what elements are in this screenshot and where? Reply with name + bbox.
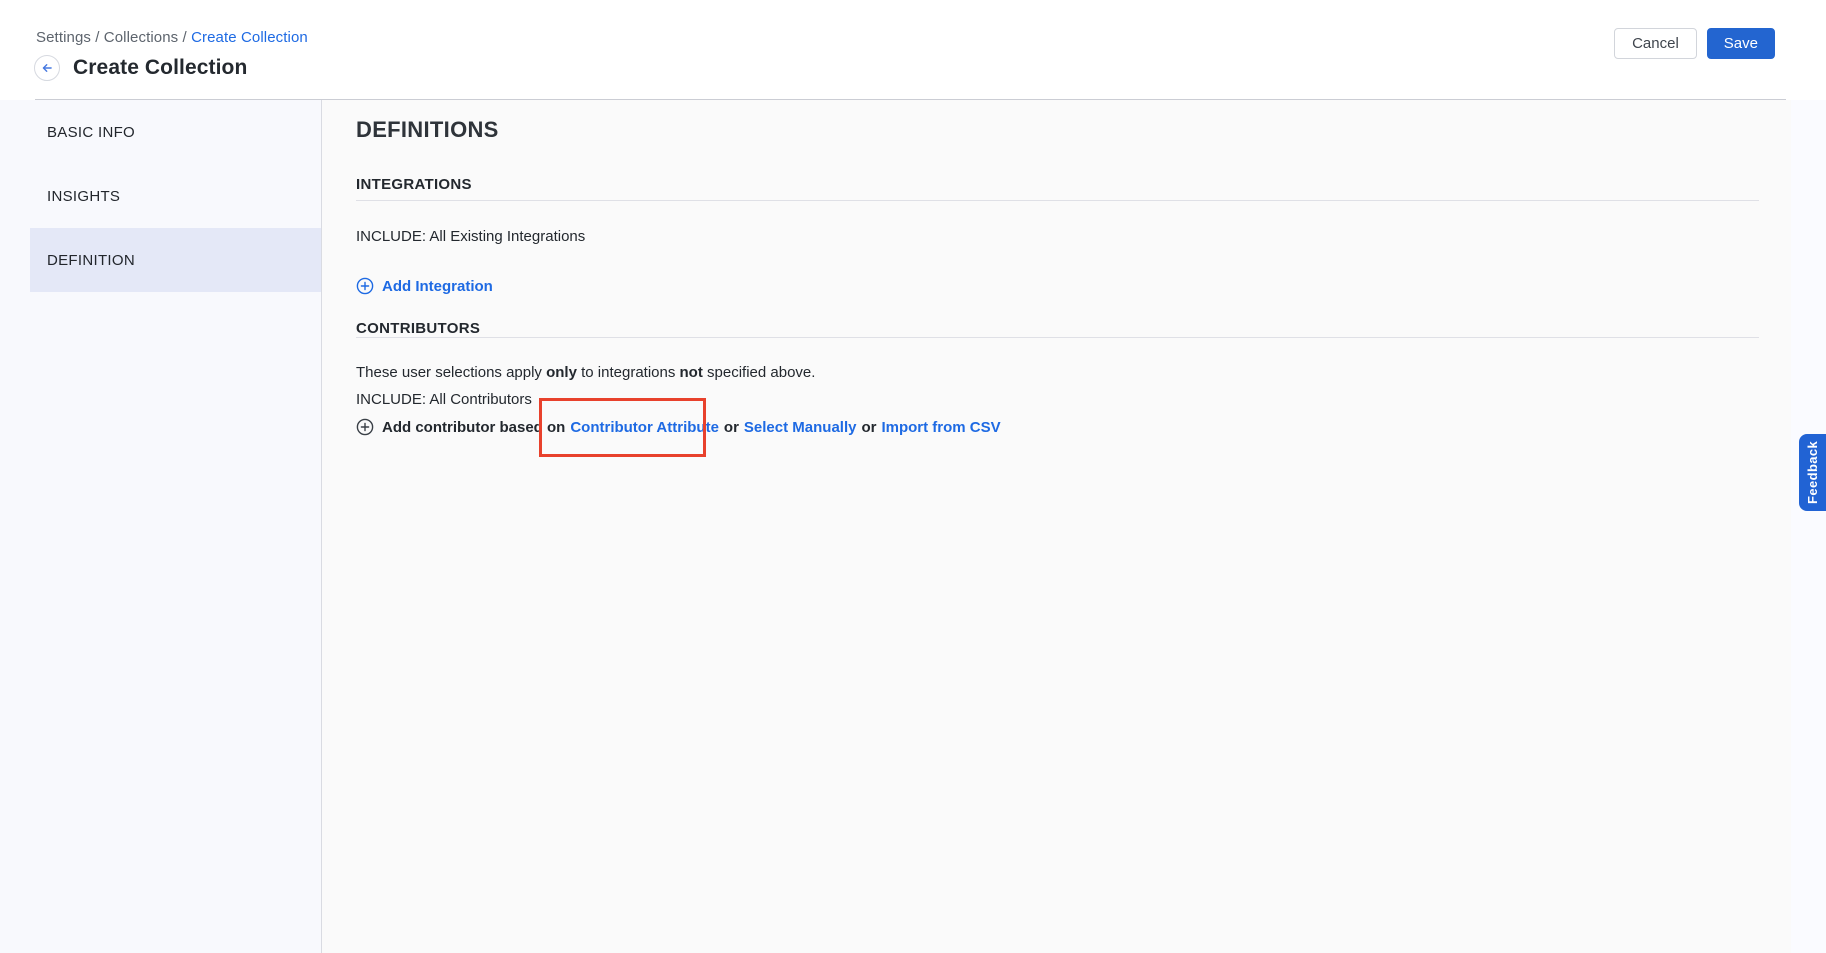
integrations-heading: INTEGRATIONS [356,176,472,193]
or-separator: or [861,419,876,436]
sidebar-item-basic-info[interactable]: BASIC INFO [30,100,321,164]
add-integration-label[interactable]: Add Integration [382,278,493,295]
add-contributor-row: Add contributor based on Contributor Att… [356,418,1001,436]
plus-circle-icon [356,277,374,295]
back-button[interactable] [34,55,60,81]
contributor-attribute-link[interactable]: Contributor Attribute [570,419,719,436]
arrow-left-icon [40,61,54,75]
breadcrumb-current[interactable]: Create Collection [191,29,308,46]
note-pre: These user selections apply [356,364,546,381]
title-row: Create Collection [34,54,247,82]
sidebar-nav: BASIC INFO INSIGHTS DEFINITION [0,100,322,953]
integrations-divider [356,200,1759,201]
select-manually-link[interactable]: Select Manually [744,419,857,436]
add-integration-button[interactable]: Add Integration [356,277,493,295]
contributors-note: These user selections apply only to inte… [356,364,815,381]
integrations-include-text: INCLUDE: All Existing Integrations [356,228,585,245]
note-bold-not: not [680,364,703,381]
add-contributor-prefix: Add contributor based on [382,419,565,436]
note-post: specified above. [703,364,816,381]
or-separator: or [724,419,739,436]
sidebar-item-definition[interactable]: DEFINITION [30,228,321,292]
contributors-divider [356,337,1759,338]
feedback-tab[interactable]: Feedback [1799,434,1826,511]
note-bold-only: only [546,364,577,381]
breadcrumb-path[interactable]: Settings / Collections / [36,29,191,46]
page-header: Settings / Collections / Create Collecti… [0,0,1826,100]
import-from-csv-link[interactable]: Import from CSV [881,419,1000,436]
save-button[interactable]: Save [1707,28,1775,59]
note-mid: to integrations [577,364,680,381]
body-area: BASIC INFO INSIGHTS DEFINITION DEFINITIO… [0,100,1826,953]
breadcrumb: Settings / Collections / Create Collecti… [36,29,308,46]
contributors-include-text: INCLUDE: All Contributors [356,391,532,408]
page-title: Create Collection [73,56,247,80]
sidebar-item-insights[interactable]: INSIGHTS [30,164,321,228]
main-content: DEFINITIONS INTEGRATIONS INCLUDE: All Ex… [322,100,1791,953]
section-title: DEFINITIONS [356,117,499,143]
create-collection-page: Settings / Collections / Create Collecti… [0,0,1826,953]
cancel-button[interactable]: Cancel [1614,28,1697,59]
contributors-heading: CONTRIBUTORS [356,320,480,337]
plus-circle-icon [356,418,374,436]
header-actions: Cancel Save [1614,28,1775,59]
